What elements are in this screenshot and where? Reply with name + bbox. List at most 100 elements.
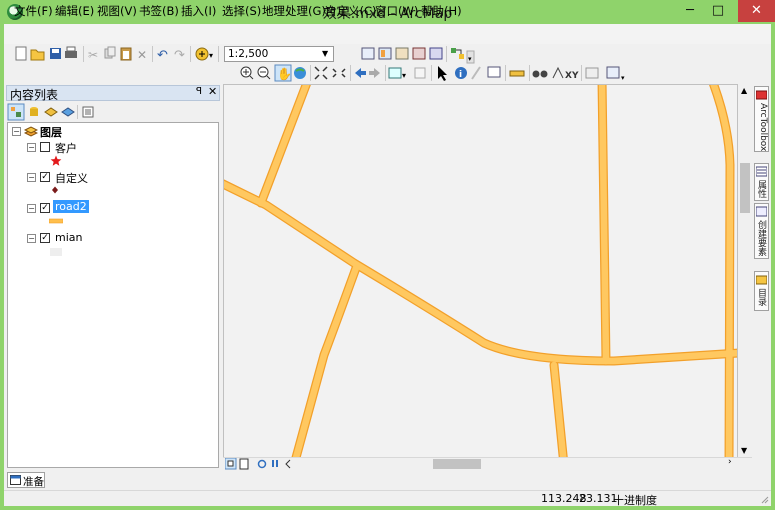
find-route-icon[interactable] bbox=[552, 66, 564, 79]
go-back-extent-icon[interactable] bbox=[355, 68, 366, 78]
vertical-scroll-thumb[interactable] bbox=[740, 163, 750, 213]
cut-icon[interactable]: ✂ bbox=[88, 48, 98, 62]
polygon-symbol-icon bbox=[50, 248, 62, 256]
layer-visibility-checkbox[interactable]: ✓ bbox=[40, 233, 50, 243]
print-icon[interactable] bbox=[65, 46, 77, 58]
layer-visibility-checkbox[interactable] bbox=[40, 142, 50, 152]
menu-customize[interactable]: 自定义(C) bbox=[325, 3, 377, 19]
expand-collapse-icon[interactable]: − bbox=[27, 173, 36, 182]
menu-bookmarks[interactable]: 书签(B) bbox=[139, 3, 179, 19]
layer-name[interactable]: mian bbox=[55, 231, 82, 244]
expand-collapse-icon[interactable]: − bbox=[27, 204, 36, 213]
scroll-down-icon[interactable]: ▼ bbox=[741, 446, 747, 455]
refresh-icon[interactable] bbox=[257, 459, 267, 469]
undo-icon[interactable]: ↶ bbox=[157, 48, 168, 63]
model-builder-icon[interactable] bbox=[451, 48, 464, 59]
redo-icon[interactable]: ↷ bbox=[174, 48, 186, 63]
minimize-button[interactable]: ─ bbox=[677, 0, 703, 22]
open-folder-icon[interactable] bbox=[30, 49, 45, 61]
expand-collapse-icon[interactable]: − bbox=[27, 234, 36, 243]
fixed-zoom-in-icon[interactable] bbox=[314, 66, 328, 80]
search-window-icon[interactable] bbox=[412, 47, 426, 60]
list-by-visibility-icon[interactable] bbox=[44, 107, 58, 117]
list-by-source-icon[interactable] bbox=[30, 107, 38, 116]
resize-grip-icon[interactable] bbox=[759, 494, 769, 504]
clear-selection-icon[interactable] bbox=[414, 67, 426, 79]
fixed-zoom-out-icon[interactable] bbox=[332, 68, 346, 78]
catalog-tab[interactable]: 目录 bbox=[754, 271, 769, 311]
svg-text:▾: ▾ bbox=[621, 74, 625, 82]
menu-selection[interactable]: 选择(S) bbox=[222, 3, 261, 19]
toolbar-options-icon[interactable]: ▾ bbox=[466, 50, 475, 64]
hyperlink-icon[interactable] bbox=[487, 66, 501, 78]
scroll-left-icon[interactable] bbox=[285, 459, 291, 469]
new-document-icon[interactable] bbox=[15, 46, 27, 61]
find-binoculars-icon[interactable] bbox=[532, 70, 548, 78]
create-features-tab[interactable]: 创建要素 bbox=[754, 203, 769, 259]
layers-root-label[interactable]: 图层 bbox=[40, 124, 62, 140]
pin-icon[interactable]: ꟼ bbox=[196, 86, 202, 97]
horizontal-scroll-thumb[interactable] bbox=[433, 459, 481, 469]
go-to-xy-icon[interactable]: XY bbox=[565, 71, 579, 81]
toc-options-icon[interactable] bbox=[82, 106, 94, 118]
attributes-tab[interactable]: 属性 bbox=[754, 163, 769, 201]
select-features-icon[interactable]: ▾ bbox=[388, 67, 406, 80]
pan-hand-icon[interactable]: ✋ bbox=[274, 64, 292, 82]
copy-icon[interactable] bbox=[104, 46, 116, 59]
layer-name[interactable]: 客户 bbox=[55, 140, 77, 156]
layer-name-selected[interactable]: road2 bbox=[53, 200, 89, 213]
svg-text:i: i bbox=[459, 70, 462, 80]
go-forward-extent-icon[interactable] bbox=[369, 68, 380, 78]
scroll-up-icon[interactable]: ▲ bbox=[741, 86, 747, 95]
zoom-out-icon[interactable] bbox=[257, 66, 271, 80]
time-slider-icon[interactable] bbox=[585, 67, 599, 79]
zoom-in-icon[interactable] bbox=[240, 66, 254, 80]
map-view[interactable] bbox=[223, 84, 738, 458]
expand-collapse-icon[interactable]: − bbox=[27, 143, 36, 152]
chevron-down-icon[interactable]: ▼ bbox=[322, 49, 328, 58]
menu-geoprocessing[interactable]: 地理处理(G) bbox=[262, 3, 326, 19]
menu-windows[interactable]: 窗口(W) bbox=[375, 3, 418, 19]
road-fill bbox=[224, 85, 737, 457]
bottom-tab[interactable]: 准备 bbox=[7, 472, 45, 488]
menu-help[interactable]: 帮助(H) bbox=[421, 3, 462, 19]
scroll-right-icon[interactable]: › bbox=[728, 457, 732, 467]
paste-icon[interactable] bbox=[120, 47, 132, 61]
close-button[interactable]: ✕ bbox=[738, 0, 775, 22]
maximize-button[interactable]: □ bbox=[705, 0, 731, 22]
add-data-icon[interactable]: ▾ bbox=[195, 47, 213, 61]
full-extent-icon[interactable] bbox=[294, 67, 306, 79]
measure-icon[interactable] bbox=[509, 70, 525, 77]
expand-collapse-icon[interactable]: − bbox=[12, 127, 21, 136]
editor-toolbar-icon[interactable] bbox=[361, 47, 375, 60]
arctoolbox-tab[interactable]: ArcToolbox bbox=[754, 86, 769, 152]
list-by-drawing-order-icon[interactable] bbox=[7, 103, 25, 121]
pause-drawing-icon[interactable] bbox=[272, 460, 278, 467]
svg-text:▾: ▾ bbox=[209, 51, 213, 60]
catalog-icon[interactable] bbox=[395, 47, 409, 60]
vertical-scrollbar[interactable] bbox=[738, 84, 752, 458]
menu-view[interactable]: 视图(V) bbox=[97, 3, 137, 19]
horizontal-scrollbar[interactable] bbox=[223, 457, 752, 470]
select-elements-arrow-icon[interactable] bbox=[438, 66, 447, 81]
layout-view-icon[interactable] bbox=[239, 458, 249, 470]
list-by-selection-icon[interactable] bbox=[61, 107, 75, 117]
html-popup-icon[interactable] bbox=[471, 66, 481, 80]
map-scale-input[interactable]: 1:2,500 bbox=[224, 46, 334, 62]
layer-visibility-checkbox[interactable]: ✓ bbox=[40, 203, 50, 213]
arctoolbox-icon[interactable] bbox=[429, 47, 443, 60]
layer-visibility-checkbox[interactable]: ✓ bbox=[40, 172, 50, 182]
delete-icon[interactable]: ✕ bbox=[137, 48, 147, 62]
layer-name[interactable]: 自定义 bbox=[55, 170, 88, 186]
menu-file[interactable]: 文件(F) bbox=[14, 3, 53, 19]
identify-icon[interactable]: i bbox=[455, 67, 467, 80]
save-icon[interactable] bbox=[50, 48, 61, 59]
svg-text:↶: ↶ bbox=[157, 48, 168, 63]
point-symbol-icon bbox=[52, 186, 58, 194]
toc-close-icon[interactable]: ✕ bbox=[208, 85, 217, 98]
viewer-window-icon[interactable]: ▾ bbox=[606, 66, 625, 82]
menu-insert[interactable]: 插入(I) bbox=[181, 3, 216, 19]
data-view-icon[interactable] bbox=[225, 458, 237, 470]
menu-edit[interactable]: 编辑(E) bbox=[55, 3, 94, 19]
table-of-contents-icon[interactable] bbox=[378, 47, 392, 60]
